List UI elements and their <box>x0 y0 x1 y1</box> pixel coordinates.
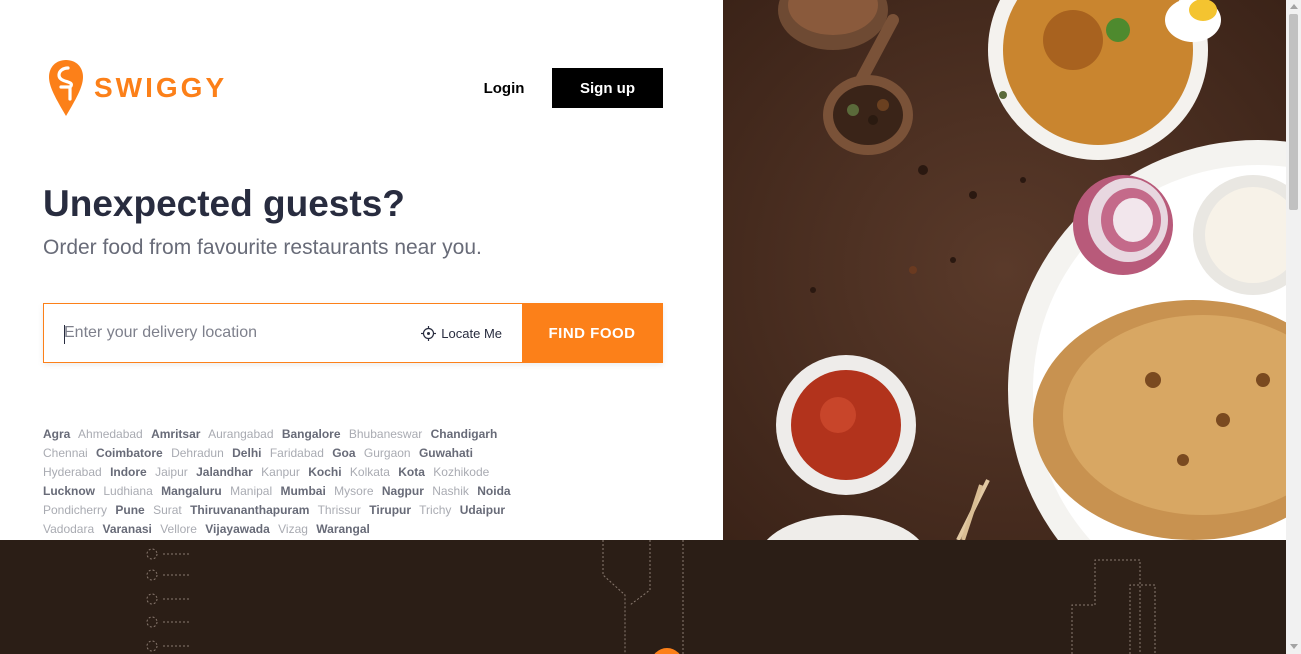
city-link[interactable]: Kolkata <box>350 465 390 479</box>
brand-name: SWIGGY <box>94 72 228 103</box>
scroll-down-icon[interactable] <box>1290 644 1298 649</box>
city-link[interactable]: Manipal <box>230 484 272 498</box>
city-link[interactable]: Pune <box>115 503 144 517</box>
city-link[interactable]: Mangaluru <box>161 484 222 498</box>
swiggy-logo-icon <box>49 60 83 116</box>
login-button[interactable]: Login <box>470 68 538 108</box>
hero-subtitle: Order food from favourite restaurants ne… <box>43 236 482 259</box>
location-search-bar: Locate Me FIND FOOD <box>43 303 663 363</box>
city-link[interactable]: Thiruvananthapuram <box>190 503 309 517</box>
hero-title: Unexpected guests? <box>43 183 405 224</box>
city-link[interactable]: Pondicherry <box>43 503 107 517</box>
city-link[interactable]: Dehradun <box>171 446 224 460</box>
text-caret <box>64 325 65 344</box>
city-link[interactable]: Nashik <box>432 484 469 498</box>
city-link[interactable]: Vadodara <box>43 522 94 536</box>
city-link[interactable]: Coimbatore <box>96 446 163 460</box>
city-link[interactable]: Thrissur <box>318 503 361 517</box>
city-link[interactable]: Bhubaneswar <box>349 427 422 441</box>
city-link[interactable]: Mysore <box>334 484 373 498</box>
city-link[interactable]: Vizag <box>278 522 308 536</box>
city-link[interactable]: Delhi <box>232 446 261 460</box>
city-link[interactable]: Nagpur <box>382 484 424 498</box>
city-link[interactable]: Trichy <box>419 503 451 517</box>
city-link[interactable]: Faridabad <box>270 446 324 460</box>
decorative-line-art <box>146 540 1156 654</box>
hero-left-panel: SWIGGY Login Sign up Unexpected guests? … <box>0 0 723 540</box>
city-link[interactable]: Kochi <box>308 465 341 479</box>
city-link[interactable]: Ludhiana <box>103 484 152 498</box>
city-link[interactable]: Kanpur <box>261 465 300 479</box>
city-link[interactable]: Vijayawada <box>205 522 270 536</box>
city-link[interactable]: Varanasi <box>103 522 152 536</box>
scrollbar-thumb[interactable] <box>1289 14 1298 210</box>
food-hero-image <box>723 0 1286 540</box>
city-link[interactable]: Hyderabad <box>43 465 102 479</box>
city-link[interactable]: Agra <box>43 427 70 441</box>
swiggy-logo[interactable]: SWIGGY <box>48 60 227 116</box>
city-link[interactable]: Lucknow <box>43 484 95 498</box>
locate-me-button[interactable]: Locate Me <box>421 304 522 362</box>
city-link[interactable]: Mumbai <box>280 484 325 498</box>
city-link[interactable]: Ahmedabad <box>78 427 143 441</box>
city-list: Agra Ahmedabad Amritsar Aurangabad Banga… <box>43 425 523 539</box>
page-scrollbar[interactable] <box>1286 0 1301 654</box>
city-link[interactable]: Jaipur <box>155 465 188 479</box>
city-link[interactable]: Chandigarh <box>431 427 498 441</box>
city-link[interactable]: Goa <box>332 446 355 460</box>
city-link[interactable]: Udaipur <box>460 503 505 517</box>
city-link[interactable]: Tirupur <box>369 503 411 517</box>
scroll-up-icon[interactable] <box>1290 4 1298 9</box>
city-link[interactable]: Indore <box>110 465 147 479</box>
crosshair-icon <box>421 325 437 341</box>
city-link[interactable]: Gurgaon <box>364 446 411 460</box>
city-link[interactable]: Vellore <box>160 522 197 536</box>
city-link[interactable]: Bangalore <box>282 427 341 441</box>
city-link[interactable]: Guwahati <box>419 446 473 460</box>
city-link[interactable]: Chennai <box>43 446 88 460</box>
city-link[interactable]: Warangal <box>316 522 370 536</box>
city-link[interactable]: Jalandhar <box>196 465 253 479</box>
city-link[interactable]: Noida <box>477 484 510 498</box>
city-link[interactable]: Kota <box>398 465 425 479</box>
signup-button[interactable]: Sign up <box>552 68 663 108</box>
city-link[interactable]: Aurangabad <box>208 427 273 441</box>
city-link[interactable]: Kozhikode <box>433 465 489 479</box>
find-food-button[interactable]: FIND FOOD <box>522 304 662 362</box>
delivery-location-input[interactable] <box>44 304 422 362</box>
food-photo-illustration <box>723 0 1286 540</box>
city-link[interactable]: Amritsar <box>151 427 200 441</box>
locate-me-label: Locate Me <box>441 325 502 341</box>
features-section-preview <box>0 540 1286 654</box>
city-link[interactable]: Surat <box>153 503 182 517</box>
